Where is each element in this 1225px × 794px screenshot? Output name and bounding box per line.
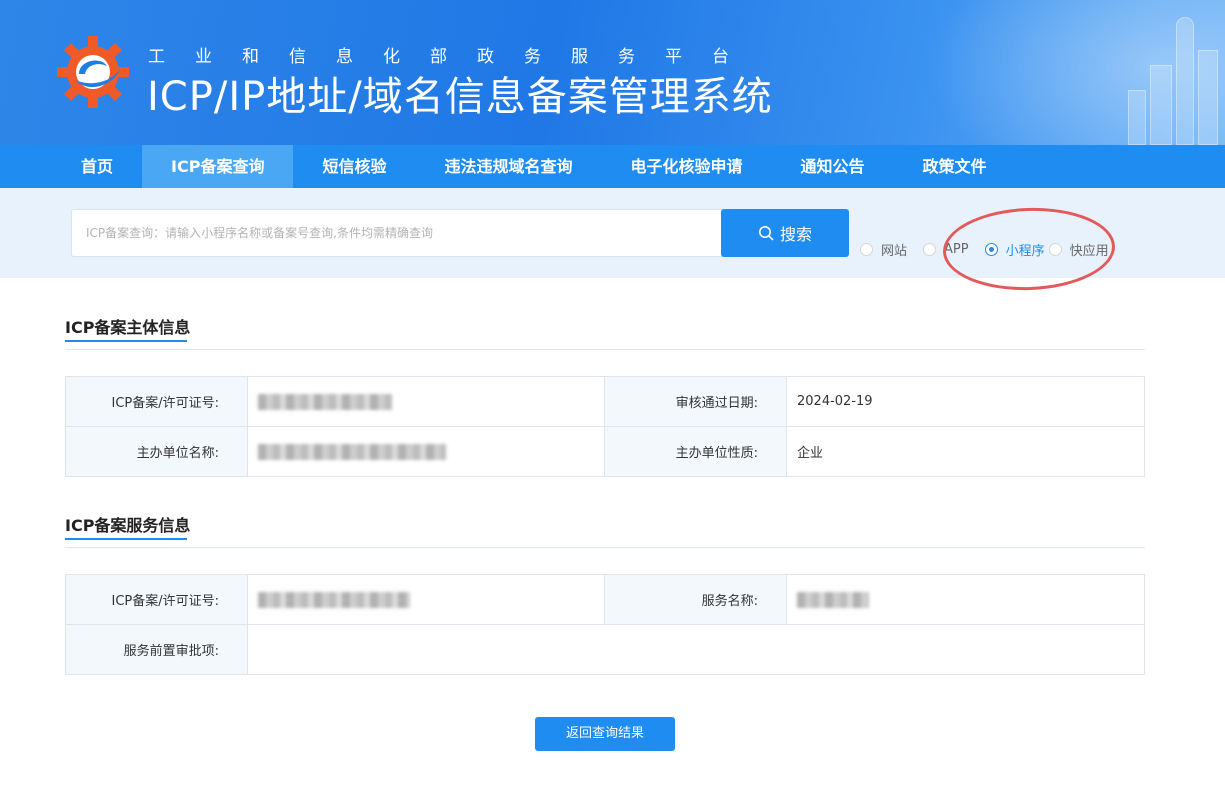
section-divider: [65, 349, 1145, 350]
pre-approval-value: [247, 624, 1145, 675]
table-row: 服务前置审批项:: [65, 624, 1145, 675]
redacted-text: [258, 591, 410, 608]
subject-info-title: ICP备案主体信息: [65, 318, 191, 337]
approval-date-value: 2024-02-19: [786, 376, 1145, 427]
table-key: ICP备案/许可证号:: [65, 574, 248, 625]
table-key: 主办单位名称:: [65, 426, 248, 477]
search-icon: [758, 226, 774, 241]
redacted-text: [258, 393, 392, 410]
search-button-label: 搜索: [779, 225, 812, 244]
table-key: 服务名称:: [604, 574, 787, 625]
table-key: 主办单位性质:: [604, 426, 787, 477]
table-key: 服务前置审批项:: [65, 624, 248, 675]
license-number-value: [247, 376, 605, 427]
nav-item-home[interactable]: 首页: [52, 145, 142, 188]
table-row: ICP备案/许可证号: 审核通过日期: 2024-02-19: [65, 376, 1145, 427]
organizer-type-value: 企业: [786, 426, 1145, 477]
section-divider: [65, 547, 1145, 548]
service-info-title: ICP备案服务信息: [65, 516, 191, 535]
table-key: 审核通过日期:: [604, 376, 787, 427]
redacted-text: [258, 443, 446, 460]
skyline-decoration: [1198, 50, 1218, 145]
service-name-value: [786, 574, 1145, 625]
skyline-decoration: [1128, 90, 1146, 145]
organizer-name-value: [247, 426, 605, 477]
search-area: ICP备案查询：请输入小程序名称或备案号查询,条件均需精确查询 搜索 网站 AP…: [0, 188, 1225, 293]
miit-logo-icon: [57, 36, 129, 108]
nav-item-sms-verify[interactable]: 短信核验: [293, 145, 415, 188]
nav-item-illegal-domain[interactable]: 违法违规域名查询: [415, 145, 601, 188]
redacted-text: [797, 591, 869, 608]
subject-info-table: ICP备案/许可证号: 审核通过日期: 2024-02-19 主办单位名称: 主…: [65, 376, 1145, 477]
nav-item-notices[interactable]: 通知公告: [772, 145, 894, 188]
section-accent: [65, 538, 187, 540]
page-title: ICP/IP地址/域名信息备案管理系统: [147, 74, 773, 120]
service-license-value: [247, 574, 605, 625]
search-button[interactable]: 搜索: [721, 209, 849, 257]
table-row: ICP备案/许可证号: 服务名称:: [65, 574, 1145, 625]
nav-item-policy[interactable]: 政策文件: [894, 145, 1016, 188]
main-nav: 首页 ICP备案查询 短信核验 违法违规域名查询 电子化核验申请 通知公告 政策…: [0, 145, 1225, 188]
nav-item-e-verify[interactable]: 电子化核验申请: [601, 145, 771, 188]
radio-dot: [923, 243, 937, 256]
site-header: 工业和信息化部政务服务平台 ICP/IP地址/域名信息备案管理系统: [0, 0, 1225, 145]
nav-item-icp-query[interactable]: ICP备案查询: [142, 145, 294, 188]
back-to-results-button[interactable]: 返回查询结果: [535, 717, 675, 751]
skyline-decoration: [1176, 17, 1194, 145]
radio-label: 网站: [881, 244, 908, 259]
radio-dot: [860, 243, 873, 256]
radio-website[interactable]: 网站: [860, 240, 907, 259]
table-key: ICP备案/许可证号:: [65, 376, 248, 427]
skyline-decoration: [1150, 65, 1172, 145]
table-row: 主办单位名称: 主办单位性质: 企业: [65, 426, 1145, 477]
annotation-circle: [941, 205, 1117, 293]
search-input[interactable]: ICP备案查询：请输入小程序名称或备案号查询,条件均需精确查询: [71, 209, 723, 257]
section-accent: [65, 340, 187, 342]
service-info-table: ICP备案/许可证号: 服务名称: 服务前置审批项:: [65, 574, 1145, 675]
